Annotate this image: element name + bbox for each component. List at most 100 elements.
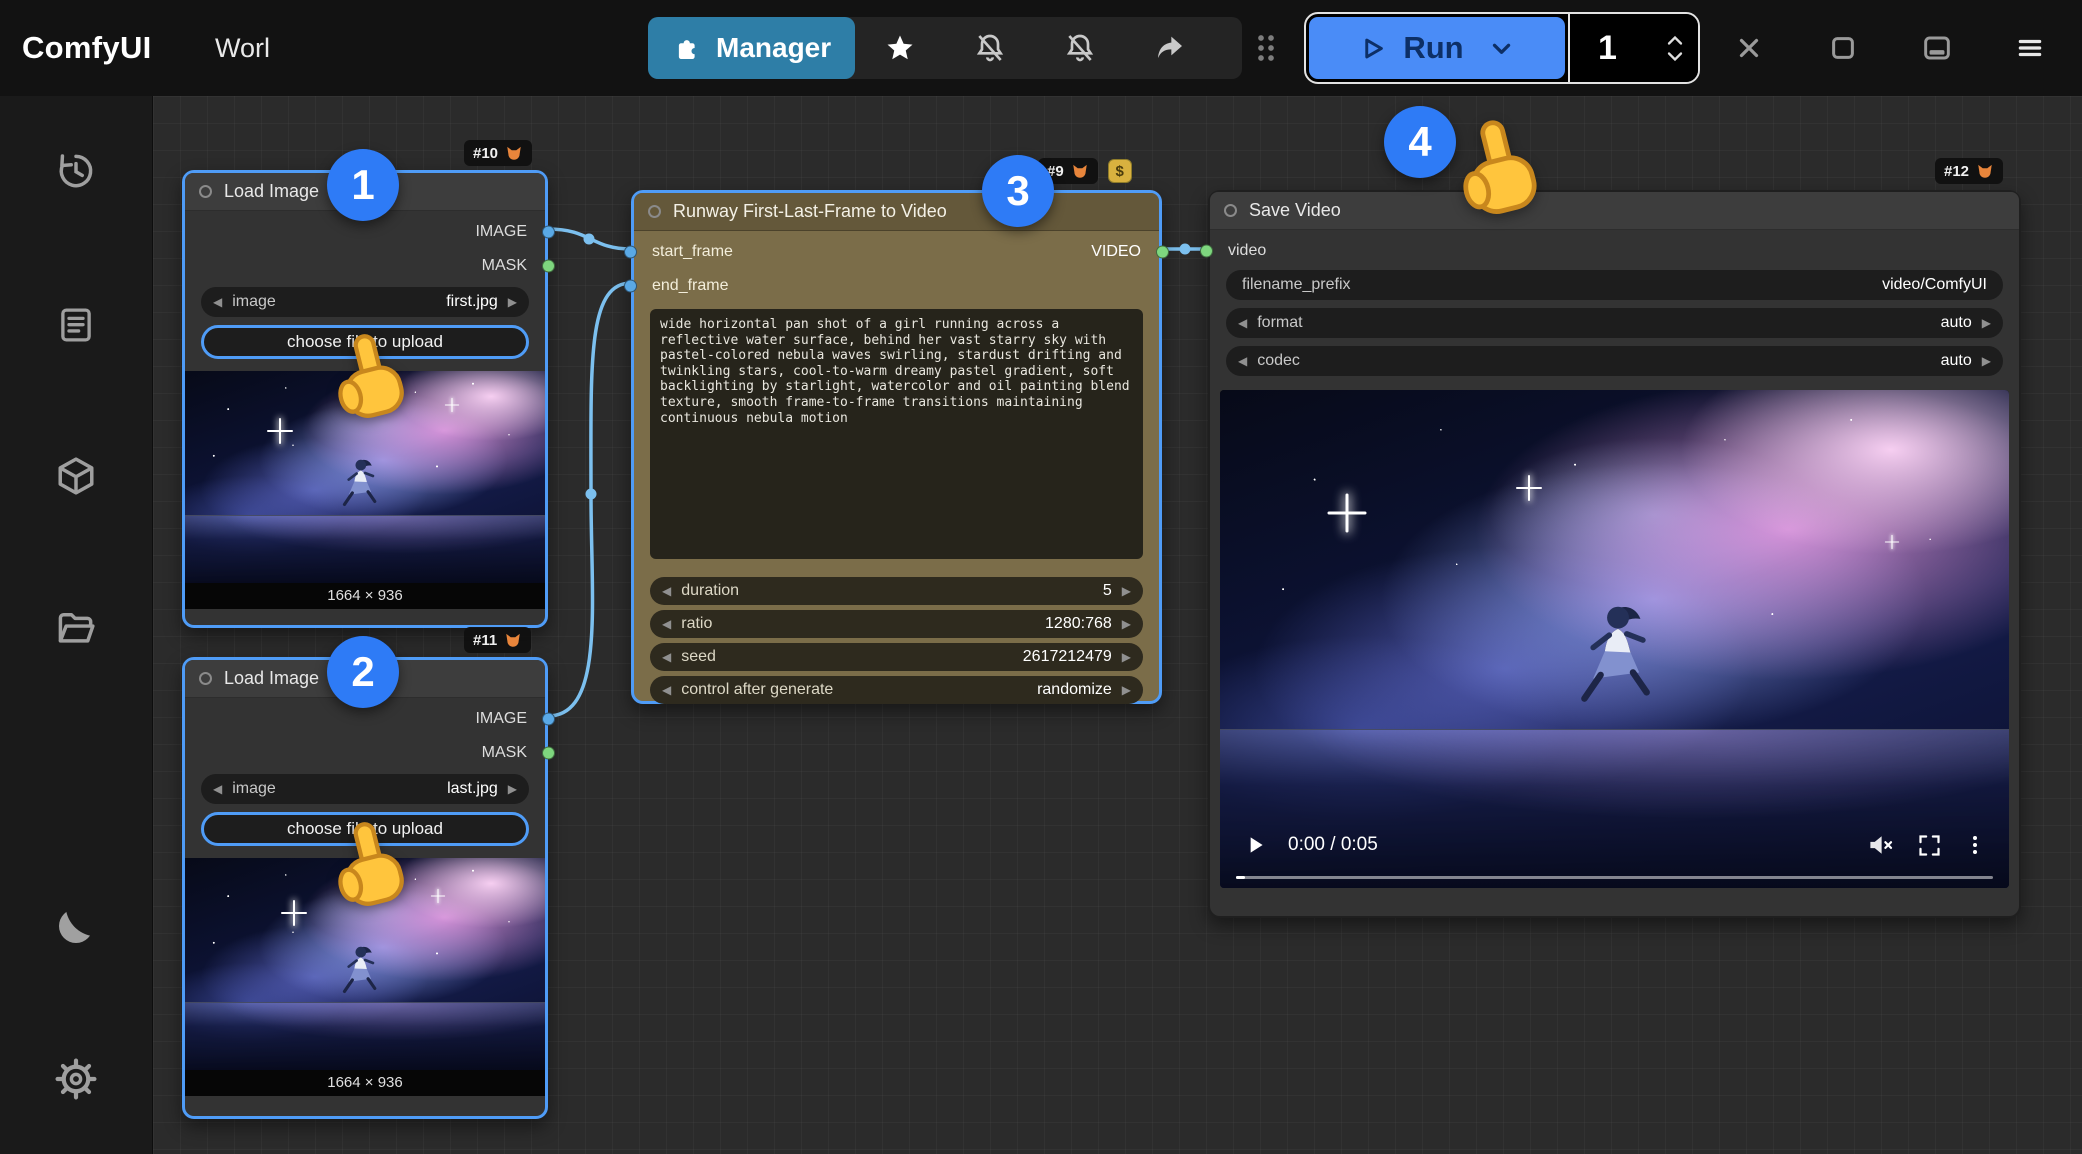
sidebar-item-logs[interactable] [43,292,109,358]
output-label: IMAGE [475,710,527,728]
next-arrow-icon[interactable]: ▶ [508,296,517,308]
collapse-dot-icon[interactable] [648,205,661,218]
ratio-widget[interactable]: ◀ ratio 1280:768 ▶ [650,610,1143,638]
widget-value: video/ComfyUI [1882,276,1987,294]
prev-arrow-icon[interactable]: ◀ [662,618,671,630]
step-badge-1: 1 [327,149,399,221]
video-progress-bar[interactable] [1236,876,1993,879]
next-arrow-icon[interactable]: ▶ [1122,585,1131,597]
video-input-port[interactable] [1200,245,1213,258]
play-icon [1242,832,1268,858]
fullscreen-icon [1916,832,1943,859]
pointer-hand-cursor [329,332,415,432]
batch-count-stepper[interactable]: 1 [1568,14,1698,82]
next-arrow-icon[interactable]: ▶ [1122,651,1131,663]
collapse-dot-icon[interactable] [199,185,212,198]
sidebar-item-history[interactable] [43,138,109,204]
bypass-nodes-button[interactable] [1035,17,1125,79]
canvas-frame-button[interactable] [1819,0,1867,96]
widget-label: codec [1257,352,1300,370]
video-more-options-button[interactable] [1963,833,1987,857]
toolbar-drag-handle[interactable] [1256,33,1276,63]
chevron-up-icon[interactable] [1666,35,1684,46]
video-play-button[interactable] [1242,832,1268,858]
sidebar-item-theme-toggle[interactable] [43,893,109,959]
prev-arrow-icon[interactable]: ◀ [1238,355,1247,367]
prev-arrow-icon[interactable]: ◀ [662,651,671,663]
chevron-down-icon[interactable] [1666,51,1684,62]
prev-arrow-icon[interactable]: ◀ [1238,317,1247,329]
seed-widget[interactable]: ◀ seed 2617212479 ▶ [650,643,1143,671]
image-select-widget[interactable]: ◀ image last.jpg ▶ [201,774,529,804]
prev-arrow-icon[interactable]: ◀ [213,296,222,308]
video-fullscreen-button[interactable] [1916,832,1943,859]
nebula-artwork [1220,390,2009,888]
speaker-muted-icon [1866,830,1896,860]
next-arrow-icon[interactable]: ▶ [508,783,517,795]
sidebar-item-settings[interactable] [43,1046,109,1112]
prev-arrow-icon[interactable]: ◀ [662,684,671,696]
widget-value: auto [1941,314,1972,332]
widget-value: randomize [1037,681,1112,699]
image-select-widget[interactable]: ◀ image first.jpg ▶ [201,287,529,317]
prev-arrow-icon[interactable]: ◀ [662,585,671,597]
girl-silhouette [1567,599,1667,738]
next-arrow-icon[interactable]: ▶ [1982,355,1991,367]
video-player[interactable]: 0:00 / 0:05 [1220,390,2009,888]
share-button[interactable] [1125,17,1215,79]
sidebar-item-workflows[interactable] [43,596,109,662]
favorites-button[interactable] [855,17,945,79]
output-label: MASK [482,257,527,275]
hamburger-icon [2015,33,2045,63]
widget-label: image [232,293,276,311]
image-output-port[interactable] [542,226,555,239]
node-header[interactable]: Runway First-Last-Frame to Video [634,193,1159,231]
widget-label: filename_prefix [1242,276,1351,294]
fox-badge-icon [1976,162,1994,180]
next-arrow-icon[interactable]: ▶ [1122,684,1131,696]
square-icon [1828,33,1858,63]
video-mute-button[interactable] [1866,830,1896,860]
main-menu-button[interactable] [2006,0,2054,96]
end-frame-input-port[interactable] [624,280,637,293]
sparkle-icon [1528,475,1530,501]
image-dimensions: 1664 × 936 [185,583,545,609]
filename-prefix-widget[interactable]: filename_prefix video/ComfyUI [1226,270,2003,300]
bottom-panel-toggle-button[interactable] [1913,0,1961,96]
format-widget[interactable]: ◀ format auto ▶ [1226,308,2003,338]
paid-api-badge: $ [1108,159,1132,183]
prompt-textarea[interactable]: wide horizontal pan shot of a girl runni… [650,309,1143,559]
save-video-node[interactable]: Save Video video filename_prefix video/C… [1208,190,2021,918]
mask-output-port[interactable] [542,747,555,760]
collapse-dot-icon[interactable] [199,672,212,685]
node-title: Runway First-Last-Frame to Video [673,201,947,222]
toolbar-group: Manager [648,17,1242,79]
manager-label: Manager [716,32,831,64]
collapse-dot-icon[interactable] [1224,204,1237,217]
widget-value: 1280:768 [1045,615,1112,633]
workflow-tab[interactable]: Worl [215,0,297,96]
sparkle-icon [1891,535,1892,549]
history-clock-icon [54,149,98,193]
run-button[interactable]: Run [1309,17,1565,79]
prev-arrow-icon[interactable]: ◀ [213,783,222,795]
next-arrow-icon[interactable]: ▶ [1122,618,1131,630]
fox-badge-icon [504,631,522,649]
node-graph-canvas[interactable]: Load Image IMAGE MASK ◀ image first.jpg … [153,96,2082,1154]
output-label: IMAGE [475,223,527,241]
node-header[interactable]: Save Video [1210,192,2019,230]
runway-video-node[interactable]: Runway First-Last-Frame to Video start_f… [631,190,1162,704]
control-after-generate-widget[interactable]: ◀ control after generate randomize ▶ [650,676,1143,704]
start-frame-input-port[interactable] [624,246,637,259]
manager-button[interactable]: Manager [648,17,855,79]
codec-widget[interactable]: ◀ codec auto ▶ [1226,346,2003,376]
sidebar-item-models[interactable] [43,443,109,509]
duration-widget[interactable]: ◀ duration 5 ▶ [650,577,1143,605]
image-output-port[interactable] [542,713,555,726]
video-output-port[interactable] [1156,246,1169,259]
mask-output-port[interactable] [542,260,555,273]
next-arrow-icon[interactable]: ▶ [1982,317,1991,329]
run-label: Run [1403,30,1463,66]
mute-nodes-button[interactable] [945,17,1035,79]
clear-queue-button[interactable] [1725,0,1773,96]
